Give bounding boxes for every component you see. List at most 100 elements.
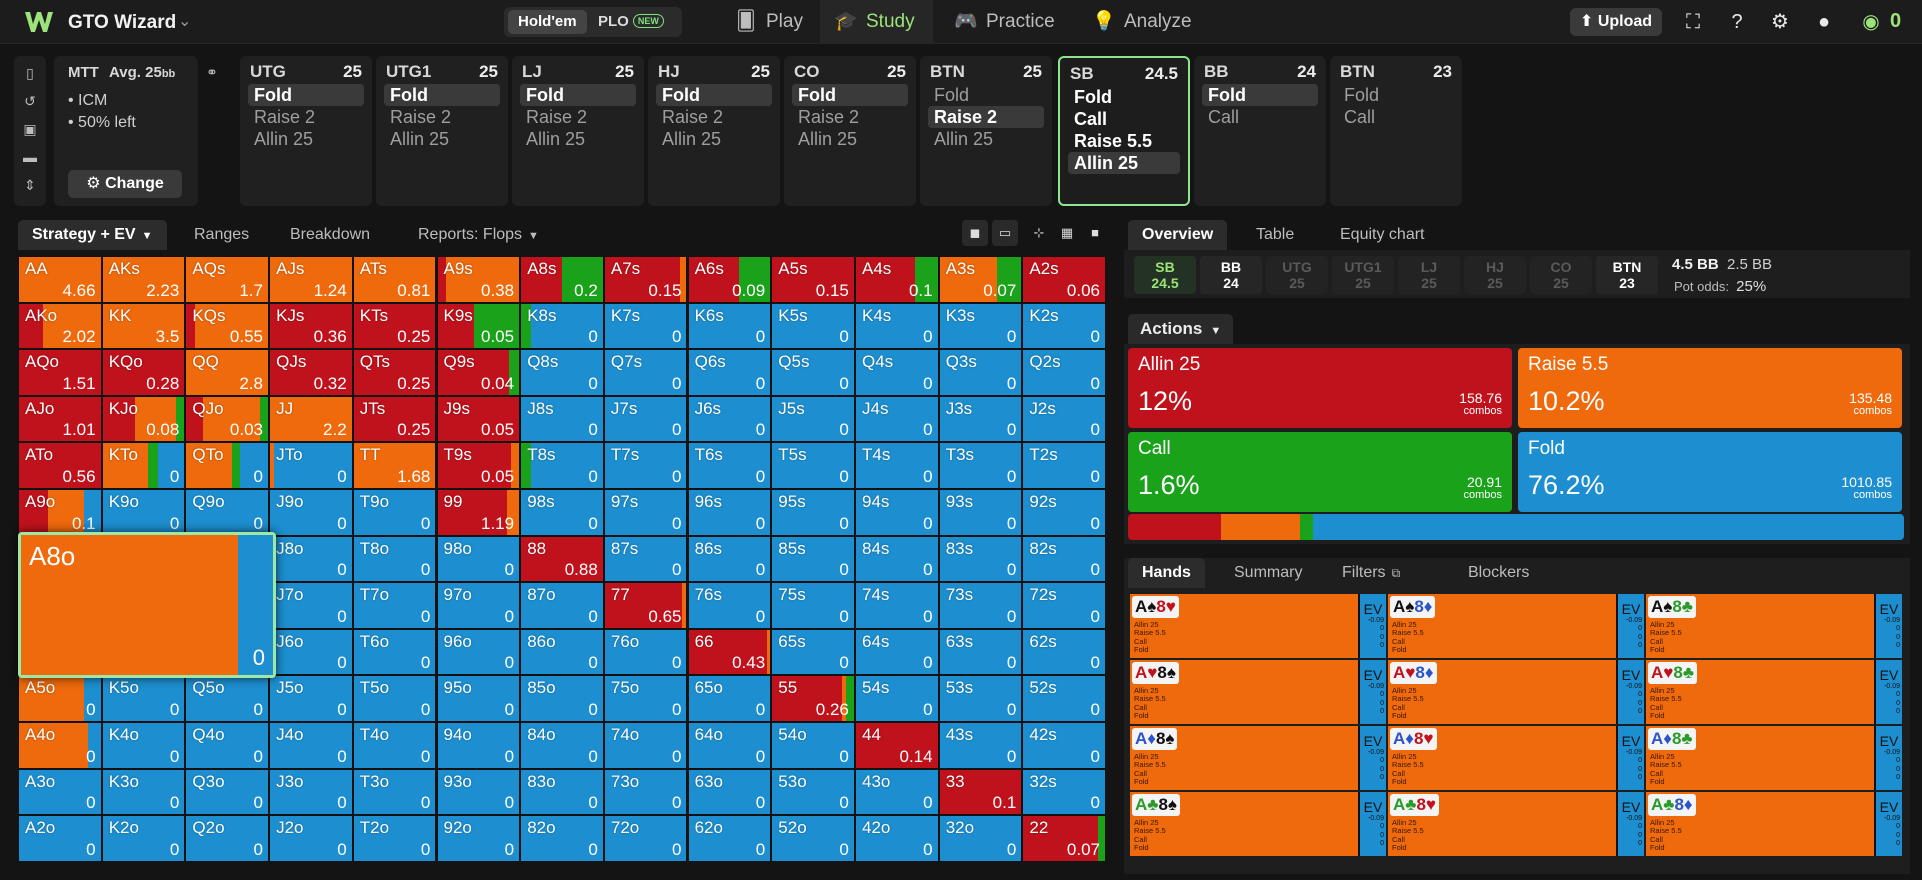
hand-cell[interactable]: 75o 0 (603, 675, 688, 722)
hand-cell[interactable]: 55 0.26 (771, 675, 855, 722)
position-chip[interactable]: LJ 25 (1398, 256, 1460, 294)
tab-strategy-ev[interactable]: Strategy + EV ▼ (18, 220, 167, 250)
position-chip[interactable]: CO 25 (1530, 256, 1592, 294)
hand-cell[interactable]: T2o 0 (352, 815, 437, 862)
hand-cell[interactable]: Q8s 0 (520, 349, 604, 396)
help-icon[interactable]: ? (1724, 9, 1750, 35)
tab-hands[interactable]: Hands (1128, 558, 1205, 588)
hand-cell[interactable]: A4o 0 (18, 722, 102, 769)
hand-cell[interactable]: T4s 0 (855, 442, 939, 489)
hand-cell[interactable]: 83s 0 (938, 535, 1023, 583)
tab-table[interactable]: Table (1242, 220, 1308, 250)
hand-cell[interactable]: 95s 0 (771, 489, 855, 536)
seat-action[interactable]: Allin 25 (248, 128, 364, 150)
hand-cell[interactable]: J3s 0 (938, 395, 1023, 443)
hand-cell[interactable]: J8s 0 (520, 395, 604, 443)
hand-cell[interactable]: 22 0.07 (1022, 815, 1106, 862)
hand-cell[interactable]: AKs 2.23 (101, 256, 186, 303)
hand-cell[interactable]: K2s 0 (1022, 302, 1106, 350)
hand-cell[interactable]: QQ 2.8 (185, 349, 269, 396)
hand-cell[interactable]: Q4s 0 (855, 349, 939, 396)
hand-cell[interactable]: JJ 2.2 (269, 395, 353, 443)
hand-cell[interactable]: K3o 0 (101, 768, 186, 816)
hand-combo-card[interactable]: A♠8♣ Allin 25 Raise 5.5 Call Fold EV -0.09 0 0 0 (1646, 594, 1902, 658)
gear-icon[interactable]: ⚙ (1767, 9, 1793, 35)
hand-cell[interactable]: 96s 0 (687, 489, 772, 536)
hand-cell[interactable]: 52s 0 (1022, 675, 1106, 722)
hand-cell[interactable]: QJs 0.32 (269, 349, 353, 396)
hand-cell[interactable]: ATs 0.81 (352, 256, 437, 303)
seat-lj[interactable]: LJ 25 Fold Raise 2 Allin 25 (512, 56, 644, 206)
hand-cell[interactable]: 43s 0 (938, 722, 1023, 769)
hand-combo-card[interactable]: A♦8♣ Allin 25 Raise 5.5 Call Fold EV -0.09 0 0 0 (1646, 726, 1902, 790)
tab-filters[interactable]: Filters ⧉ (1328, 558, 1414, 588)
hand-cell[interactable]: 63o 0 (687, 768, 772, 816)
hand-cell[interactable]: QTo 0 (185, 442, 269, 489)
hand-cell[interactable]: KTo 0 (101, 442, 186, 489)
hand-cell[interactable]: 65s 0 (771, 628, 855, 676)
hand-cell[interactable]: T6s 0 (687, 442, 772, 489)
hand-cell[interactable]: 42s 0 (1022, 722, 1106, 769)
seat-btn[interactable]: BTN 25 Fold Raise 2 Allin 25 (920, 56, 1052, 206)
hand-cell[interactable]: K6s 0 (687, 302, 772, 350)
hand-cell[interactable]: KK 3.5 (101, 302, 186, 350)
expand-icon[interactable]: ⇕ (21, 176, 39, 194)
hand-cell[interactable]: 87o 0 (520, 582, 604, 629)
seat-action[interactable]: Raise 2 (384, 106, 500, 128)
share-icon[interactable]: ⚭ (206, 64, 218, 81)
hand-cell[interactable]: Q6s 0 (687, 349, 772, 396)
hand-cell[interactable]: 53o 0 (771, 768, 855, 816)
hand-cell[interactable]: 65o 0 (687, 675, 772, 722)
hand-cell[interactable]: A4s 0.1 (855, 256, 939, 303)
hand-cell[interactable]: 66 0.43 (687, 628, 772, 676)
hand-cell[interactable]: J6s 0 (687, 395, 772, 443)
single-view-icon[interactable]: ■ (1082, 220, 1108, 246)
hand-cell[interactable]: A5s 0.15 (771, 256, 855, 303)
seat-action[interactable]: Raise 2 (520, 106, 636, 128)
action-box-allin-25[interactable]: Allin 25 12% 158.76 combos (1128, 348, 1512, 428)
hand-cell[interactable]: J5s 0 (771, 395, 855, 443)
seat-action[interactable]: Raise 2 (928, 106, 1044, 128)
hand-cell[interactable]: T3o 0 (352, 768, 437, 816)
hand-combo-card[interactable]: A♦8♥ Allin 25 Raise 5.5 Call Fold EV -0.09 0 0 0 (1388, 726, 1644, 790)
hand-cell[interactable]: T9o 0 (352, 489, 437, 536)
hand-cell[interactable]: K5o 0 (101, 675, 186, 722)
hand-cell[interactable]: 92s 0 (1022, 489, 1106, 536)
seat-action[interactable]: Raise 2 (792, 106, 908, 128)
hand-cell[interactable]: T9s 0.05 (436, 442, 521, 489)
hand-cell[interactable]: J7s 0 (603, 395, 688, 443)
hand-cell[interactable]: 63s 0 (938, 628, 1023, 676)
hand-cell[interactable]: 84s 0 (855, 535, 939, 583)
hand-cell[interactable]: QJo 0.03 (185, 395, 269, 443)
hand-cell[interactable]: 43o 0 (855, 768, 939, 816)
hand-cell[interactable]: 76s 0 (687, 582, 772, 629)
hand-cell[interactable]: 75s 0 (771, 582, 855, 629)
hand-cell[interactable]: K5s 0 (771, 302, 855, 350)
hand-cell[interactable]: 95o 0 (436, 675, 521, 722)
hand-cell[interactable]: KJs 0.36 (269, 302, 353, 350)
hand-combo-card[interactable]: A♦8♠ Allin 25 Raise 5.5 Call Fold EV -0.09 0 0 0 (1130, 726, 1386, 790)
hand-cell[interactable]: AJo 1.01 (18, 395, 102, 443)
hand-cell[interactable]: Q7s 0 (603, 349, 688, 396)
hand-cell[interactable]: J5o 0 (269, 675, 353, 722)
hand-cell[interactable]: K2o 0 (101, 815, 186, 862)
hand-combo-card[interactable]: A♥8♠ Allin 25 Raise 5.5 Call Fold EV -0.09 0 0 0 (1130, 660, 1386, 724)
hand-cell[interactable]: J4o 0 (269, 722, 353, 769)
hand-cell[interactable]: 64s 0 (855, 628, 939, 676)
hand-cell[interactable]: 42o 0 (855, 815, 939, 862)
action-box-fold[interactable]: Fold 76.2% 1010.85 combos (1518, 432, 1902, 512)
hand-cell[interactable]: 82o 0 (520, 815, 604, 862)
hand-cell[interactable]: AKo 2.02 (18, 302, 102, 350)
hand-combo-card[interactable]: A♣8♥ Allin 25 Raise 5.5 Call Fold EV -0.09 0 0 0 (1388, 792, 1644, 856)
nav-play[interactable]: 🂠 Play (720, 0, 821, 44)
hand-cell[interactable]: A2s 0.06 (1022, 256, 1106, 303)
hand-cell[interactable]: JTs 0.25 (352, 395, 437, 443)
hand-cell[interactable]: 72o 0 (603, 815, 688, 862)
seat-action[interactable]: Allin 25 (384, 128, 500, 150)
hand-cell[interactable]: 97s 0 (603, 489, 688, 536)
hand-cell[interactable]: 77 0.65 (603, 582, 688, 629)
hand-cell[interactable]: A7s 0.15 (603, 256, 688, 303)
nav-analyze[interactable]: 💡 Analyze (1078, 0, 1210, 44)
hand-cell[interactable]: J8o 0 (269, 535, 353, 583)
seat-action[interactable]: Call (1068, 108, 1180, 130)
